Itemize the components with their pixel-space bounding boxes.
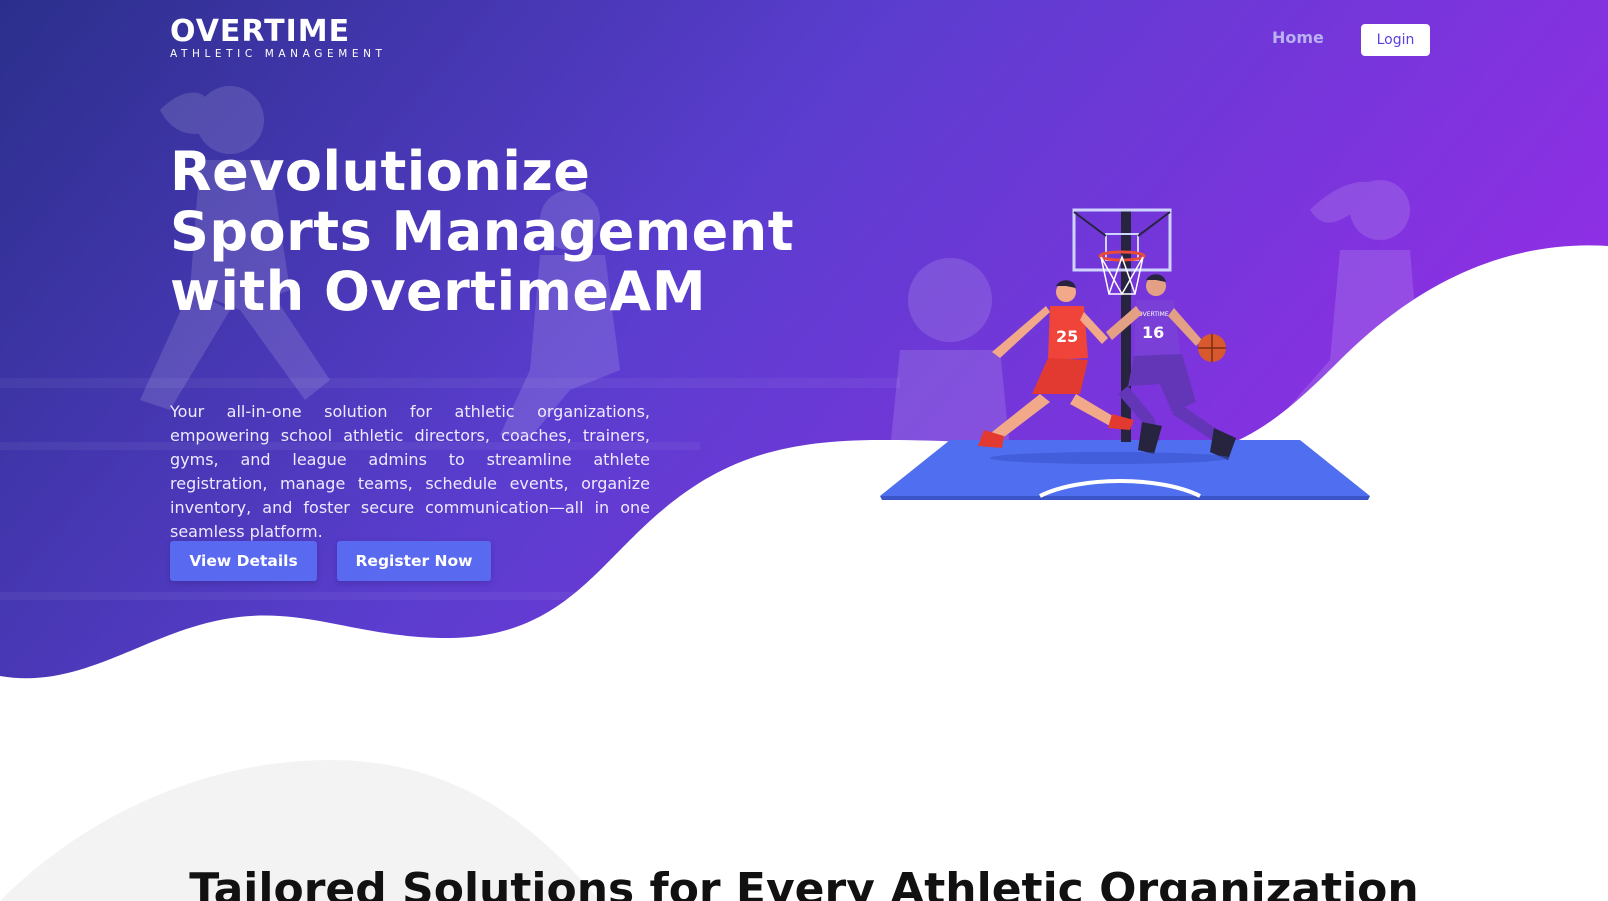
view-details-button[interactable]: View Details (170, 541, 317, 581)
register-now-button[interactable]: Register Now (337, 541, 491, 581)
player-red-number: 25 (1056, 327, 1078, 346)
player-jersey-text: OVERTIME (1138, 311, 1169, 318)
basketball-court (880, 440, 1370, 496)
brand-tagline: ATHLETIC MANAGEMENT (170, 48, 387, 60)
nav-home-link[interactable]: Home (1272, 28, 1324, 47)
section-title: Tailored Solutions for Every Athletic Or… (189, 864, 1419, 901)
player-red: 25 (978, 280, 1134, 448)
basketball-illustration: 25 16 OVERTIME (880, 208, 1370, 500)
hero-title: Revolutionize Sports Management with Ove… (170, 140, 795, 323)
hero-description: Your all-in-one solution for athletic or… (170, 402, 650, 541)
player-purple-number: 16 (1142, 323, 1164, 342)
login-button[interactable]: Login (1361, 24, 1430, 56)
brand-name: OVERTIME (170, 14, 351, 49)
brand-logo[interactable]: OVERTIME ATHLETIC MANAGEMENT (170, 14, 387, 60)
